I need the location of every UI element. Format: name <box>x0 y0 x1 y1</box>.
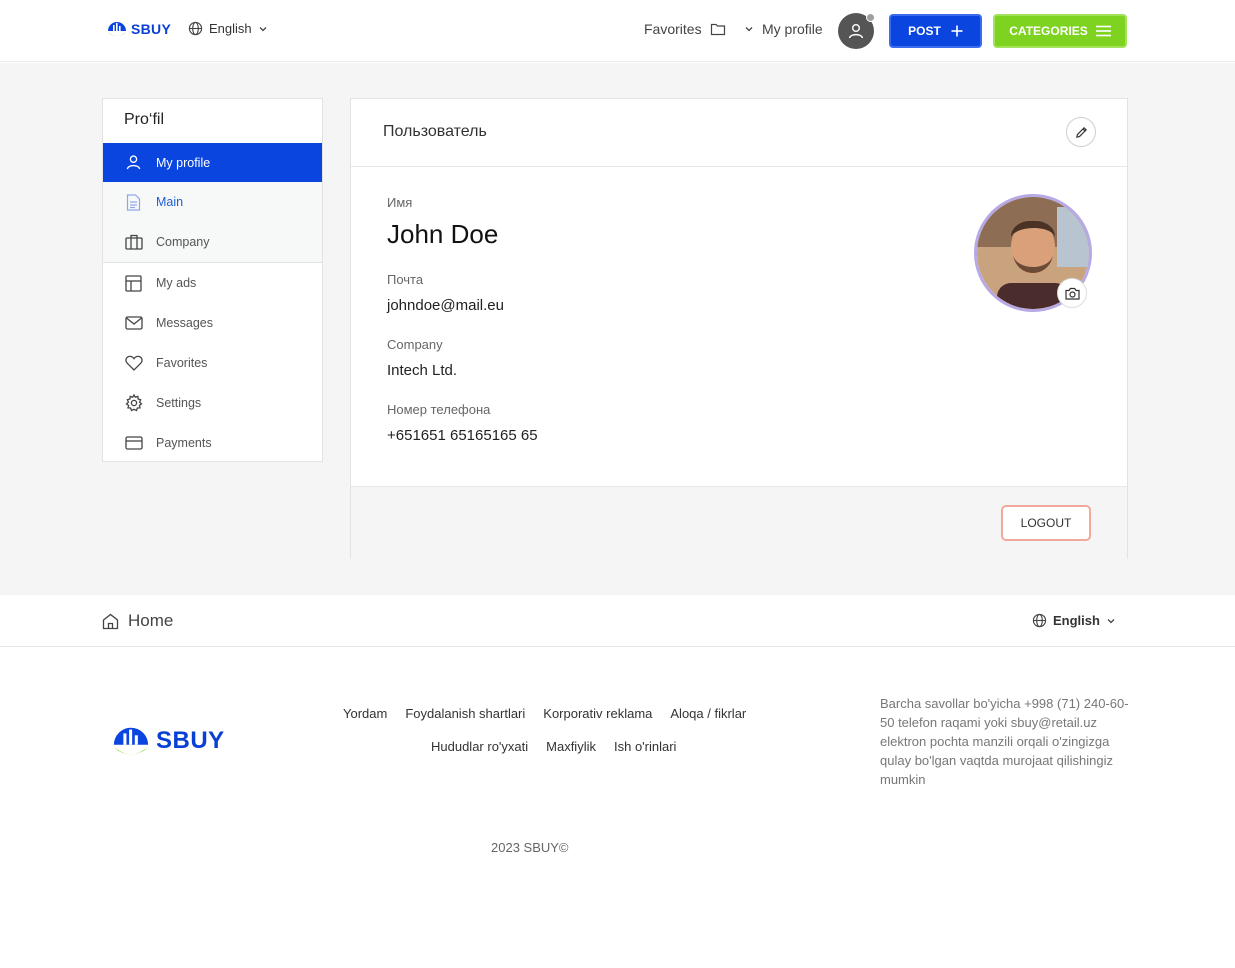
email-label: Почта <box>387 272 424 287</box>
layout-icon <box>124 274 143 293</box>
categories-button[interactable]: CATEGORIES <box>993 14 1127 48</box>
chevron-down-icon <box>1107 618 1115 623</box>
company-label: Company <box>387 337 443 352</box>
logo-text: SBUY <box>131 21 172 37</box>
my-profile-label: My profile <box>762 21 823 37</box>
footer-links-row-1: Yordam Foydalanish shartlari Korporativ … <box>343 706 746 721</box>
plus-icon <box>951 25 963 37</box>
sidebar-item-label: Main <box>156 195 184 209</box>
footer-contact-text: Barcha savollar bo'yicha +998 (71) 240-6… <box>880 696 1129 787</box>
my-profile-menu[interactable]: My profile <box>744 21 823 37</box>
phone-label: Номер телефона <box>387 402 491 417</box>
pencil-icon <box>1075 126 1087 138</box>
footer-logo[interactable]: SBUY <box>110 722 225 760</box>
sidebar-item-label: Company <box>156 235 210 249</box>
sidebar-item-my-ads[interactable]: My ads <box>103 263 322 303</box>
sidebar-item-main[interactable]: Main <box>103 182 322 222</box>
top-header: SBUY English Favorites My profile POST C… <box>0 0 1235 62</box>
name-label: Имя <box>387 195 413 210</box>
footer-language-selector[interactable]: English <box>1032 613 1116 628</box>
user-icon <box>124 153 143 172</box>
favorites-link[interactable]: Favorites <box>644 21 726 37</box>
chevron-down-icon <box>745 27 753 32</box>
home-link[interactable]: Home <box>102 611 173 631</box>
home-label: Home <box>128 611 174 630</box>
footer-link-terms[interactable]: Foydalanish shartlari <box>405 706 525 721</box>
mail-icon <box>124 314 143 333</box>
language-label: English <box>209 21 252 36</box>
sidebar-item-label: My profile <box>156 155 211 170</box>
sidebar-item-label: Settings <box>156 396 202 410</box>
sidebar-item-label: My ads <box>156 276 197 290</box>
card-header: Пользователь <box>351 99 1127 167</box>
menu-icon <box>1095 25 1111 37</box>
logo-icon <box>113 727 149 755</box>
footer-link-jobs[interactable]: Ish o'rinlari <box>614 739 676 754</box>
briefcase-icon <box>124 233 143 252</box>
gear-icon <box>124 394 143 413</box>
globe-icon <box>1032 613 1047 628</box>
language-selector[interactable]: English <box>188 21 268 36</box>
email-value: johndoe@mail.eu <box>387 297 504 314</box>
bottom-nav-bar: Home English <box>0 596 1235 647</box>
sidebar-item-messages[interactable]: Messages <box>103 303 322 343</box>
sidebar-item-company[interactable]: Company <box>103 222 322 262</box>
document-icon <box>124 193 143 212</box>
footer-link-contact[interactable]: Aloqa / fikrlar <box>670 706 746 721</box>
change-photo-button[interactable] <box>1057 278 1087 308</box>
profile-sidebar: Pro‘fil My profile Main Company My ads M… <box>102 98 323 462</box>
copyright: 2023 SBUY© <box>491 840 569 855</box>
heart-icon <box>124 354 143 373</box>
card-title: Пользователь <box>383 123 487 140</box>
footer-link-help[interactable]: Yordam <box>343 706 387 721</box>
footer-link-regions[interactable]: Hududlar ro'yxati <box>431 739 528 754</box>
footer-link-privacy[interactable]: Maxfiylik <box>546 739 596 754</box>
sidebar-item-payments[interactable]: Payments <box>103 423 322 463</box>
sidebar-item-settings[interactable]: Settings <box>103 383 322 423</box>
name-value: John Doe <box>387 219 499 249</box>
footer-link-advertising[interactable]: Korporativ reklama <box>543 706 652 721</box>
logo[interactable]: SBUY <box>106 19 171 39</box>
avatar[interactable] <box>838 13 875 49</box>
sidebar-item-favorites[interactable]: Favorites <box>103 343 322 383</box>
categories-button-label: CATEGORIES <box>1009 24 1088 38</box>
globe-icon <box>188 21 203 36</box>
card-body: Имя John Doe Почта johndoe@mail.eu Compa… <box>351 167 1127 485</box>
company-value: Intech Ltd. <box>387 362 458 379</box>
sidebar-item-label: Favorites <box>156 356 208 370</box>
user-icon <box>848 24 864 39</box>
logo-icon <box>108 22 126 36</box>
phone-value: +651651 65165165 65 <box>387 427 538 444</box>
edit-button[interactable] <box>1066 117 1096 147</box>
sidebar-item-my-profile[interactable]: My profile <box>103 143 322 182</box>
post-button-label: POST <box>908 24 941 38</box>
footer-links-row-2: Hududlar ro'yxati Maxfiylik Ish o'rinlar… <box>431 739 676 754</box>
profile-card: Пользователь Имя John Doe Почта johndoe@… <box>350 98 1128 559</box>
favorites-label: Favorites <box>644 21 702 37</box>
logout-button[interactable]: LOGOUT <box>1001 505 1091 541</box>
status-dot <box>866 13 875 22</box>
folder-icon <box>710 23 725 36</box>
sidebar-title: Pro‘fil <box>124 111 165 128</box>
language-label: English <box>1053 613 1100 628</box>
footer-logo-text: SBUY <box>156 727 225 754</box>
home-icon <box>102 613 119 629</box>
camera-icon <box>1064 287 1080 300</box>
post-button[interactable]: POST <box>889 14 982 48</box>
card-footer: LOGOUT <box>351 486 1127 559</box>
sidebar-item-label: Messages <box>156 316 213 330</box>
credit-card-icon <box>124 434 143 453</box>
chevron-down-icon <box>259 26 267 31</box>
sidebar-item-label: Payments <box>156 436 212 450</box>
